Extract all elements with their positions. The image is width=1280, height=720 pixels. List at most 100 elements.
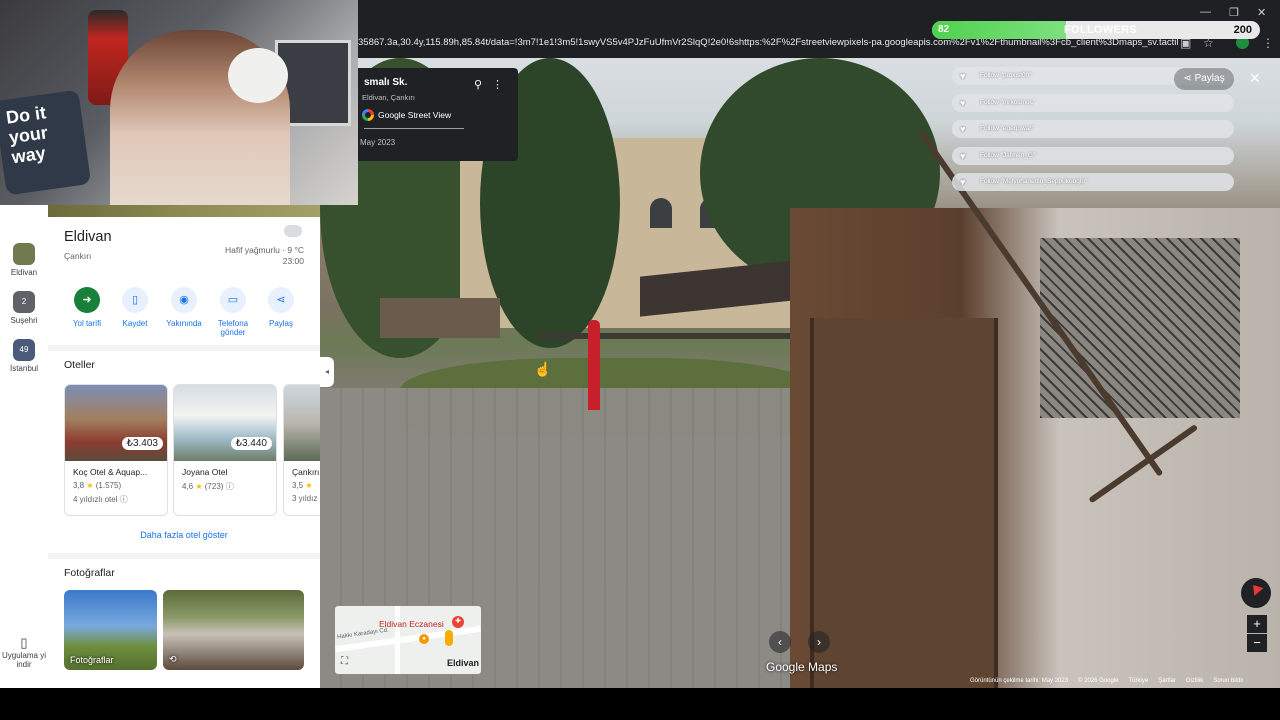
star-icon: ★	[86, 481, 94, 490]
recent-places-rail: Eldivan 2 Suşehri 49 İstanbul ▯ Uygulama…	[0, 205, 48, 688]
follower-goal-bar: 82 FOLLOWERS 200	[932, 21, 1260, 39]
share-icon: ⋖	[1183, 73, 1195, 84]
minimap[interactable]: Eldivan Eczanesi ✚ Hakkı Karadayı Cd. ● …	[334, 605, 482, 675]
park-bench	[380, 298, 500, 338]
photo-tile[interactable]: Fotoğraflar	[64, 590, 157, 670]
follow-text: Follow "egeqnwar"	[980, 125, 1034, 132]
close-street-view-icon[interactable]: ✕	[1249, 70, 1261, 87]
share-place-button[interactable]: ⋖ Paylaş	[256, 287, 306, 328]
rating-value: 4,6	[182, 482, 194, 491]
fire-hydrant	[588, 320, 600, 410]
report-problem-link[interactable]: Sorun bildir	[1213, 678, 1243, 688]
section-divider	[48, 345, 320, 351]
follow-text: Follow "proxist00"	[980, 72, 1032, 79]
terms-link[interactable]: Şartlar	[1158, 678, 1176, 688]
phone-icon: ▯	[20, 635, 28, 650]
hotel-card[interactable]: ₺3.403 Koç Otel & Aquap... 3,8 ★ (1.575)…	[64, 384, 168, 516]
save-button[interactable]: ▯ Kaydet	[110, 287, 160, 328]
action-label: Yol tarifi	[72, 319, 102, 328]
hotel-card[interactable]: ₺3.440 Joyana Otel 4,6 ★ (723) ⓘ	[173, 384, 277, 516]
star-icon: ★	[195, 482, 203, 491]
info-icon[interactable]: ⓘ	[226, 482, 234, 491]
send-to-phone-icon: ▭	[220, 287, 246, 313]
more-hotels-link[interactable]: Daha fazla otel göster	[48, 530, 320, 540]
get-app-label: Uygulama yi indir	[1, 651, 46, 669]
hotel-rating: 3,8 ★ (1.575)	[73, 481, 121, 490]
pharmacy-pin-icon[interactable]: ✚	[452, 616, 464, 628]
rail-item-eldivan[interactable]: Eldivan	[0, 243, 48, 277]
review-count: (723)	[204, 482, 224, 491]
bench	[540, 333, 800, 339]
menu-icon[interactable]: ⋮	[1262, 36, 1274, 50]
rail-item-label: İstanbul	[9, 364, 39, 373]
zoom-out-button[interactable]: −	[1247, 634, 1267, 652]
hotel-card[interactable]: Çankırı 3,5 ★ 3 yıldız	[283, 384, 320, 516]
panel-header-image	[48, 205, 320, 217]
rail-item-susehri[interactable]: 2 Suşehri	[0, 291, 48, 325]
minimap-town-label: Eldivan	[447, 658, 480, 668]
action-label: Yakınında	[166, 319, 202, 328]
hotel-price: ₺3.440	[230, 437, 272, 450]
place-thumbnail: 2	[13, 291, 35, 313]
attribution-bar: Görüntünün çekilme tarihi: May 2023 © 20…	[970, 678, 1280, 688]
action-label: Paylaş	[268, 319, 293, 328]
heart-icon: ♥	[960, 177, 966, 187]
more-options-icon[interactable]: ⋮	[492, 78, 503, 91]
bookmark-icon: ▯	[122, 287, 148, 313]
nearby-icon: ◉	[171, 287, 197, 313]
follower-label: FOLLOWERS	[1064, 24, 1137, 36]
info-icon[interactable]: ⓘ	[120, 495, 128, 504]
compass-icon[interactable]	[1241, 578, 1271, 608]
photo-tile[interactable]: ⟲	[163, 590, 304, 670]
expand-map-icon[interactable]: ⛶	[341, 656, 348, 667]
follow-text: Follow "Jahrein_G"	[980, 152, 1036, 159]
zoom-in-button[interactable]: +	[1247, 615, 1267, 633]
collapse-panel-button[interactable]: ◂	[320, 357, 334, 387]
review-count: (1.575)	[95, 481, 122, 490]
rail-item-label: Suşehri	[10, 316, 38, 325]
photo-tile-label: Fotoğraflar	[70, 655, 114, 665]
share-icon: ⋖	[268, 287, 294, 313]
section-divider	[48, 553, 320, 559]
previous-arrow-icon[interactable]: ‹	[769, 631, 791, 653]
google-logo-icon	[362, 109, 374, 121]
hotel-name: Joyana Otel	[182, 467, 228, 477]
privacy-link[interactable]: Gizlilik	[1186, 678, 1203, 688]
google-maps-brand: Google Maps	[766, 660, 838, 674]
hotel-name: Koç Otel & Aquap...	[73, 467, 148, 477]
place-thumbnail	[13, 243, 35, 265]
pillow: Do it your way	[0, 89, 92, 196]
follow-notification: ♥ Follow "Jahrein_G"	[952, 147, 1234, 165]
action-label: Telefona gönder	[217, 319, 249, 337]
minimap-poi-label: Eldivan Eczanesi	[379, 619, 444, 629]
nearby-button[interactable]: ◉ Yakınında	[159, 287, 209, 328]
rail-item-istanbul[interactable]: 49 İstanbul	[0, 339, 48, 373]
location-pin-icon[interactable]: ⚲	[474, 78, 482, 91]
minimap-road	[395, 606, 400, 674]
divider	[364, 128, 464, 129]
follow-notification: ♥ Follow "Melyohanettin_Seppukuoglu"	[952, 173, 1234, 191]
share-button[interactable]: ⋖ Paylaş	[1174, 68, 1234, 90]
plush-toy	[228, 48, 288, 103]
directions-button[interactable]: ➜ Yol tarifi	[62, 287, 112, 328]
weather-condition: Hafif yağmurlu · 9 °C	[225, 245, 304, 255]
directions-icon: ➜	[74, 287, 100, 313]
hotel-price: ₺3.403	[121, 437, 163, 450]
hotels-heading: Oteller	[64, 359, 95, 371]
heart-icon: ♥	[960, 98, 966, 108]
region-link[interactable]: Türkiye	[1129, 678, 1149, 688]
minimize-icon[interactable]: —	[1200, 6, 1211, 18]
follower-count: 82	[938, 24, 950, 35]
capture-date[interactable]: May 2023	[360, 138, 395, 147]
get-app-button[interactable]: ▯ Uygulama yi indir	[0, 635, 48, 669]
send-to-phone-button[interactable]: ▭ Telefona gönder	[208, 287, 258, 337]
photos-heading: Fotoğraflar	[64, 567, 115, 579]
heart-icon: ♥	[960, 124, 966, 134]
hotel-rating: 3,5 ★	[292, 481, 313, 490]
maximize-icon[interactable]: ❐	[1229, 6, 1239, 19]
follow-text: Follow "Melyohanettin_Seppukuoglu"	[980, 178, 1088, 185]
next-arrow-icon[interactable]: ›	[808, 631, 830, 653]
close-icon[interactable]: ✕	[1257, 6, 1266, 19]
follower-goal: 200	[1233, 24, 1252, 36]
pegman-icon[interactable]	[445, 630, 453, 646]
